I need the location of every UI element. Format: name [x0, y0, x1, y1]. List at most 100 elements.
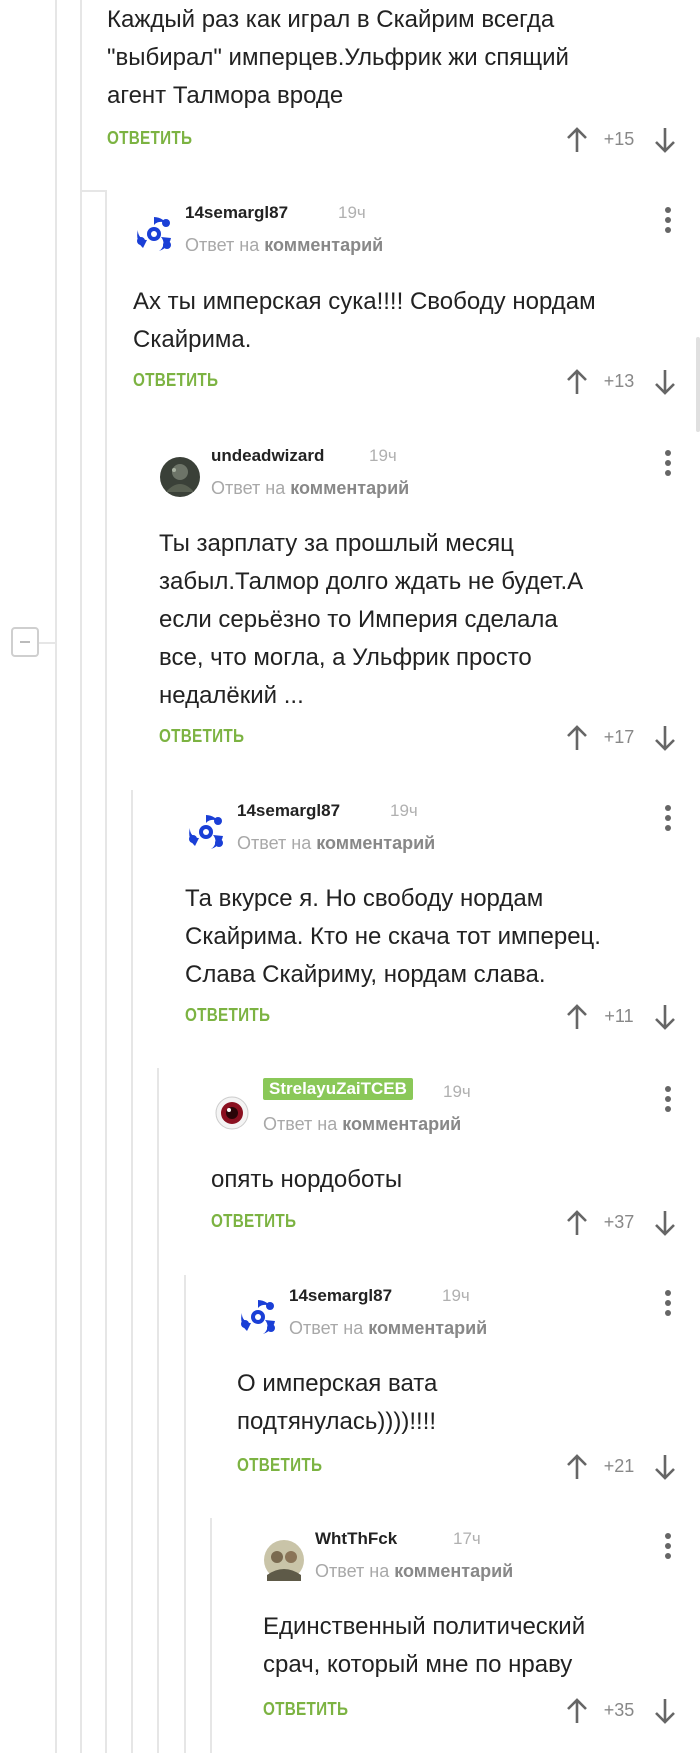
reply-button[interactable]: ОТВЕТИТЬ [159, 726, 244, 747]
username-link[interactable]: 14semargl87 [289, 1286, 392, 1306]
comment-text-line: Скайрима. Кто не скача тот имперец. [185, 923, 601, 950]
rating-value: +37 [603, 1212, 635, 1232]
comment-text: Единственный политический срач, который м… [263, 1608, 585, 1684]
reply-prefix: Ответ на [237, 833, 312, 853]
more-options-icon[interactable] [663, 1288, 673, 1318]
reply-button[interactable]: ОТВЕТИТЬ [237, 1455, 322, 1476]
photo-avatar[interactable] [263, 1539, 305, 1581]
reply-target-link[interactable]: комментарий [264, 235, 383, 255]
reply-button[interactable]: ОТВЕТИТЬ [185, 1005, 270, 1026]
comment-time: 19ч [390, 801, 418, 820]
downvote-arrow-icon[interactable] [653, 1003, 677, 1031]
reply-button[interactable]: ОТВЕТИТЬ [211, 1211, 296, 1232]
comment-text-line: О имперская вата [237, 1370, 438, 1397]
upvote-arrow-icon[interactable] [565, 1697, 589, 1725]
reply-prefix: Ответ на [211, 478, 286, 498]
comment-text-line: срач, который мне по нраву [263, 1651, 573, 1678]
rating-value: +11 [604, 1006, 634, 1026]
reply-to-label: Ответ на комментарий [237, 833, 435, 854]
more-options-icon[interactable] [663, 1531, 673, 1561]
comment-text-line: Та вкурсе я. Но свободу нордам [185, 885, 544, 912]
reply-target-link[interactable]: комментарий [342, 1114, 461, 1134]
upvote-arrow-icon[interactable] [565, 1209, 589, 1237]
upvote-arrow-icon[interactable] [565, 126, 589, 154]
swirl-avatar[interactable] [185, 811, 227, 853]
comment-text-line: недалёкий ... [159, 682, 304, 709]
comment-actions: ОТВЕТИТЬ +37 [211, 1209, 700, 1239]
username-link[interactable]: 14semargl87 [185, 203, 288, 223]
downvote-arrow-icon[interactable] [653, 1697, 677, 1725]
reply-prefix: Ответ на [289, 1318, 364, 1338]
comment-actions: ОТВЕТИТЬ +13 [133, 368, 700, 398]
downvote-arrow-icon[interactable] [653, 126, 677, 154]
swirl-avatar[interactable] [133, 213, 175, 255]
reply-to-label: Ответ на комментарий [289, 1318, 487, 1339]
reply-button[interactable]: ОТВЕТИТЬ [133, 370, 218, 391]
comment-actions: ОТВЕТИТЬ +21 [237, 1453, 700, 1483]
comment-header: 14semargl87 19ч Ответ на комментарий [237, 1286, 700, 1348]
upvote-arrow-icon[interactable] [565, 724, 589, 752]
thread-line [184, 1275, 186, 1753]
reply-target-link[interactable]: комментарий [316, 833, 435, 853]
swirl-avatar[interactable] [237, 1296, 279, 1338]
comment-text-line: Каждый раз как играл в Скайрим всегда [107, 6, 555, 33]
username-link[interactable]: WhtThFck [315, 1529, 397, 1549]
thread-connector [80, 190, 105, 192]
comment-text-line: все, что могла, а Ульфрик просто [159, 644, 532, 671]
dark-avatar[interactable] [159, 456, 201, 498]
downvote-arrow-icon[interactable] [653, 1453, 677, 1481]
comment-time: 19ч [443, 1082, 471, 1101]
eye-avatar[interactable] [211, 1092, 253, 1134]
comment-header: 14semargl87 19ч Ответ на комментарий [185, 801, 700, 863]
username-link[interactable]: undeadwizard [211, 446, 324, 466]
more-options-icon[interactable] [663, 205, 673, 235]
more-options-icon[interactable] [663, 448, 673, 478]
reply-target-link[interactable]: комментарий [290, 478, 409, 498]
reply-target-link[interactable]: комментарий [394, 1561, 513, 1581]
username-link[interactable]: StrelayuZaiTCEB [263, 1078, 413, 1100]
comment-actions: ОТВЕТИТЬ +11 [185, 1003, 700, 1033]
comment-text-line: Ты зарплату за прошлый месяц [159, 530, 514, 557]
rating-value: +13 [603, 371, 635, 391]
comment-text: Каждый раз как играл в Скайрим всегда "в… [107, 1, 569, 115]
rating-value: +21 [603, 1456, 635, 1476]
username-link[interactable]: 14semargl87 [237, 801, 340, 821]
more-options-icon[interactable] [663, 1084, 673, 1114]
collapse-thread-button[interactable] [11, 627, 39, 657]
upvote-arrow-icon[interactable] [565, 1453, 589, 1481]
rating-value: +15 [603, 129, 635, 149]
downvote-arrow-icon[interactable] [653, 724, 677, 752]
comment-text-line: Единственный политический [263, 1613, 586, 1640]
reply-button[interactable]: ОТВЕТИТЬ [263, 1699, 348, 1720]
rating-value: +17 [603, 727, 635, 747]
more-options-icon[interactable] [663, 803, 673, 833]
thread-line [80, 0, 82, 190]
thread-line [80, 190, 82, 1753]
comment-text-line: "выбирал" имперцев.Ульфрик жи спящий [107, 44, 569, 71]
downvote-arrow-icon[interactable] [653, 368, 677, 396]
reply-target-link[interactable]: комментарий [368, 1318, 487, 1338]
comment-text-line: опять нордоботы [211, 1166, 403, 1193]
downvote-arrow-icon[interactable] [653, 1209, 677, 1237]
thread-line [55, 0, 57, 1753]
comment-text-line: Слава Скайриму, нордам слава. [185, 961, 546, 988]
thread-line [157, 1068, 159, 1753]
upvote-arrow-icon[interactable] [565, 368, 589, 396]
thread-line [210, 1518, 212, 1753]
comment-time: 17ч [453, 1529, 481, 1548]
comment-text: Та вкурсе я. Но свободу нордам Скайрима. … [185, 880, 601, 994]
comment-text: О имперская вата подтянулась))))!!!! [237, 1365, 437, 1441]
upvote-arrow-icon[interactable] [565, 1003, 589, 1031]
comment-text-line: Скайрима. [133, 326, 252, 353]
reply-to-label: Ответ на комментарий [185, 235, 383, 256]
comment-text: Ах ты имперская сука!!!! Свободу нордам С… [133, 283, 596, 359]
reply-button[interactable]: ОТВЕТИТЬ [107, 128, 192, 149]
reply-prefix: Ответ на [315, 1561, 390, 1581]
thread-line [131, 790, 133, 1753]
reply-prefix: Ответ на [263, 1114, 338, 1134]
thread-line [105, 190, 107, 1753]
comment-header: undeadwizard 19ч Ответ на комментарий [159, 446, 700, 508]
reply-prefix: Ответ на [185, 235, 260, 255]
comment-text: Ты зарплату за прошлый месяц забыл.Талмор… [159, 525, 583, 715]
rating-value: +35 [603, 1700, 635, 1720]
